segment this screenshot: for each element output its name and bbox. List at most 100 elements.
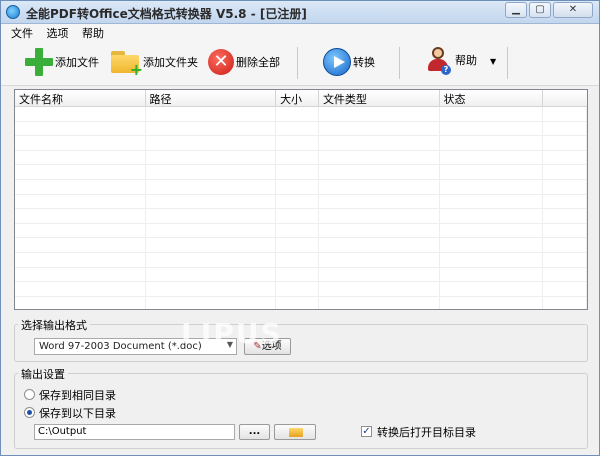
toolbar-separator (507, 47, 508, 79)
output-settings-group-label: 输出设置 (18, 366, 68, 382)
menu-file[interactable]: 文件 (1, 24, 38, 41)
app-window: 全能PDF转Office文档格式转换器 V5.8 - [已注册] ▁ ▢ ✕ 文… (0, 0, 600, 456)
table-cell (15, 194, 146, 209)
column-header-status[interactable]: 状态 (440, 90, 544, 106)
table-cell (440, 282, 544, 296)
table-cell (543, 194, 587, 209)
table-cell (543, 179, 587, 194)
table-cell (146, 252, 277, 267)
add-file-button[interactable]: 添加文件 (25, 47, 99, 77)
browse-button[interactable]: ... (239, 424, 270, 440)
title-bar[interactable]: 全能PDF转Office文档格式转换器 V5.8 - [已注册] ▁ ▢ ✕ (1, 1, 599, 24)
output-format-selected: Word 97-2003 Document (*.doc) (39, 341, 202, 352)
table-cell (440, 223, 544, 238)
table-row (15, 179, 587, 195)
table-cell (276, 165, 319, 179)
close-button[interactable]: ✕ (553, 2, 593, 18)
menu-options[interactable]: 选项 (42, 24, 74, 41)
column-header-filler (543, 90, 587, 106)
table-row (15, 238, 587, 253)
toolbar: 添加文件 + 添加文件夹 ✕ 删除全部 转换 ? 帮助 (1, 41, 599, 86)
table-cell (319, 136, 440, 150)
table-cell (146, 267, 277, 282)
table-cell (440, 296, 544, 309)
open-after-checkbox[interactable]: ✓ (361, 426, 372, 437)
table-cell (276, 107, 319, 121)
table-cell (146, 179, 277, 194)
table-cell (276, 282, 319, 296)
help-dropdown-arrow[interactable]: ▼ (490, 57, 496, 66)
table-row (15, 209, 587, 224)
save-custom-dir-radio[interactable] (24, 407, 35, 418)
maximize-button[interactable]: ▢ (529, 2, 551, 18)
table-cell (440, 209, 544, 223)
column-header-name[interactable]: 文件名称 (15, 90, 146, 106)
watermark-logo: LIPUS (181, 317, 283, 350)
save-same-dir-label[interactable]: 保存到相同目录 (39, 387, 116, 403)
open-folder-button[interactable] (274, 424, 316, 440)
table-cell (543, 107, 587, 121)
table-cell (15, 107, 146, 121)
column-header-type[interactable]: 文件类型 (319, 90, 440, 106)
table-cell (319, 165, 440, 179)
table-cell (543, 252, 587, 267)
table-cell (15, 136, 146, 150)
table-cell (146, 223, 277, 238)
add-folder-label: 添加文件夹 (143, 56, 198, 69)
minimize-button[interactable]: ▁ (505, 2, 527, 18)
table-row (15, 252, 587, 268)
file-list[interactable]: 文件名称 路径 大小 文件类型 状态 (14, 89, 588, 310)
help-button[interactable]: ? 帮助 (425, 45, 477, 75)
table-cell (15, 267, 146, 282)
convert-play-icon (323, 48, 351, 76)
table-cell (319, 121, 440, 136)
delete-all-button[interactable]: ✕ 删除全部 (208, 47, 280, 77)
save-custom-dir-label[interactable]: 保存到以下目录 (39, 405, 116, 421)
table-row (15, 296, 587, 309)
table-cell (276, 150, 319, 165)
table-cell (543, 223, 587, 238)
table-cell (146, 282, 277, 296)
table-cell (15, 150, 146, 165)
table-cell (146, 121, 277, 136)
output-format-group-label: 选择输出格式 (18, 317, 90, 333)
open-after-label[interactable]: 转换后打开目标目录 (377, 424, 476, 440)
table-cell (146, 150, 277, 165)
table-cell (146, 194, 277, 209)
table-cell (276, 194, 319, 209)
output-path-input[interactable]: C:\Output (34, 424, 235, 440)
column-header-size[interactable]: 大小 (276, 90, 319, 106)
table-cell (543, 121, 587, 136)
save-same-dir-radio[interactable] (24, 389, 35, 400)
convert-button[interactable]: 转换 (323, 47, 375, 77)
table-cell (543, 282, 587, 296)
table-cell (15, 209, 146, 223)
table-cell (146, 107, 277, 121)
table-cell (319, 282, 440, 296)
table-cell (15, 296, 146, 309)
add-folder-button[interactable]: + 添加文件夹 (111, 47, 198, 78)
table-cell (543, 209, 587, 223)
table-cell (440, 165, 544, 179)
menu-help[interactable]: 帮助 (77, 24, 109, 41)
table-cell (440, 121, 544, 136)
table-cell (543, 165, 587, 179)
menu-bar: 文件 选项 帮助 (1, 24, 599, 41)
table-cell (319, 223, 440, 238)
table-cell (15, 179, 146, 194)
table-cell (146, 209, 277, 223)
table-cell (15, 223, 146, 238)
table-row (15, 150, 587, 166)
table-cell (440, 194, 544, 209)
file-list-body (15, 107, 587, 309)
table-cell (319, 238, 440, 252)
table-row (15, 267, 587, 283)
column-header-path[interactable]: 路径 (146, 90, 277, 106)
table-cell (440, 252, 544, 267)
table-cell (319, 252, 440, 267)
table-cell (146, 165, 277, 179)
app-icon (6, 5, 20, 19)
table-cell (543, 136, 587, 150)
table-cell (276, 223, 319, 238)
table-cell (440, 267, 544, 282)
